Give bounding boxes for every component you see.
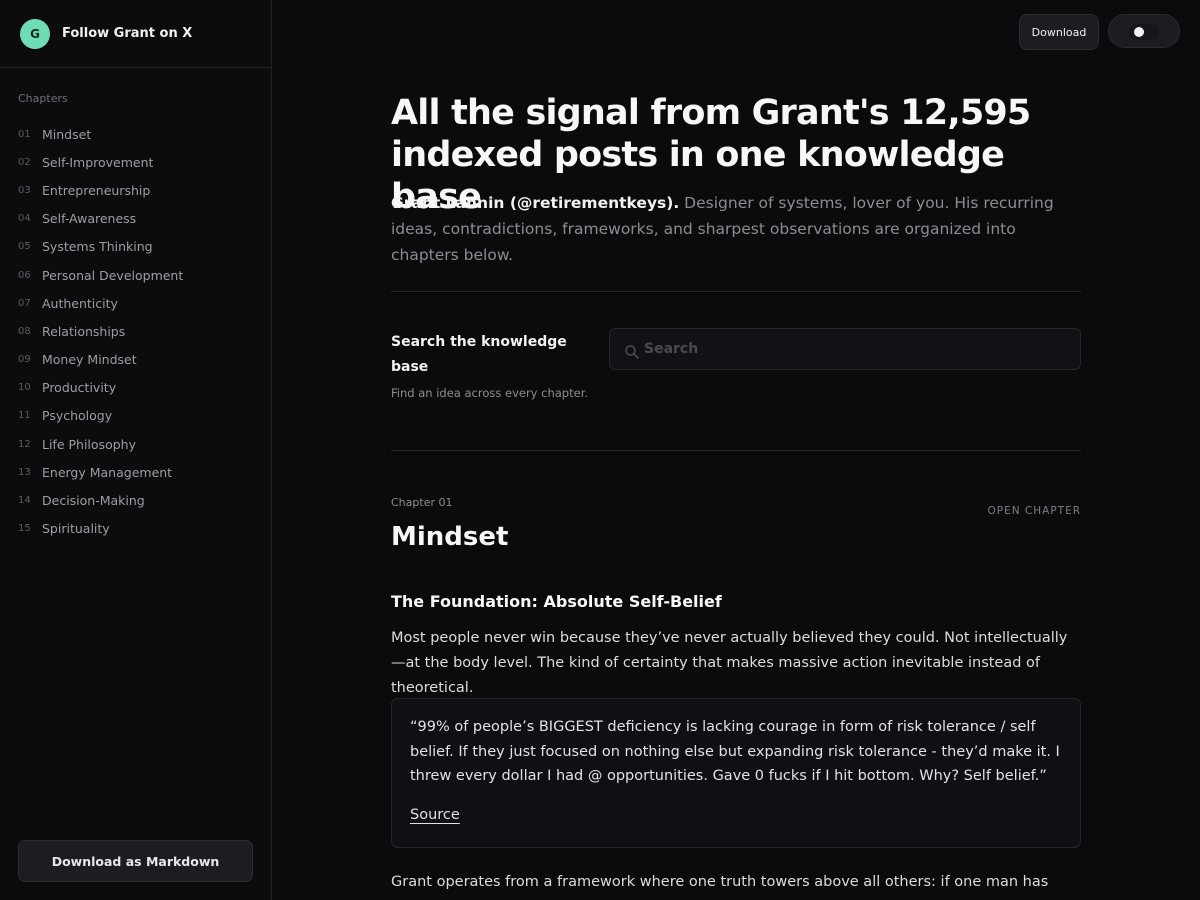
chapter-number: 08 <box>18 325 31 337</box>
chapter-number: 11 <box>18 410 31 422</box>
chapter-label: Personal Development <box>42 267 184 283</box>
chapter-number: 01 <box>18 128 31 140</box>
chapter-number: 13 <box>18 466 31 478</box>
chapter-label: Authenticity <box>42 295 118 311</box>
toggle-knob <box>1134 27 1144 37</box>
chapter-label: Life Philosophy <box>42 436 136 452</box>
paragraph: Grant operates from a framework where on… <box>391 874 1049 900</box>
sidebar-item-psychology[interactable]: 11 Psychology <box>0 402 271 430</box>
chapter-number: 02 <box>18 156 31 168</box>
chapter-label: Money Mindset <box>42 352 137 368</box>
sidebar-item-productivity[interactable]: 10 Productivity <box>0 374 271 402</box>
chapter-number: 14 <box>18 495 31 507</box>
avatar[interactable]: G <box>20 18 50 49</box>
chapter-list: 01 Mindset 02 Self-Improvement 03 Entrepren… <box>0 120 271 543</box>
paragraph: Most people never win because they’ve ne… <box>391 630 1068 696</box>
chapter-label: Self-Awareness <box>42 211 137 227</box>
chapter-label: Self-Improvement <box>42 154 154 170</box>
chapter-number: 10 <box>18 382 31 394</box>
sidebar-item-money-mindset[interactable]: 09 Money Mindset <box>0 346 271 374</box>
chapter-label: Entrepreneurship <box>42 182 151 198</box>
chapter-label: Decision-Making <box>42 493 145 509</box>
divider <box>391 291 1081 292</box>
chapter-label: Chapter 01 <box>391 496 453 509</box>
chapter-number: 05 <box>18 241 31 253</box>
chapter-number: 07 <box>18 297 31 309</box>
page-description: Grant Lannin (@retirementkeys). Designer… <box>391 190 1081 268</box>
theme-toggle[interactable] <box>1108 14 1180 48</box>
sidebar-item-systems-thinking[interactable]: 05 Systems Thinking <box>0 233 271 261</box>
chapter-label: Systems Thinking <box>42 239 153 255</box>
author-name: Grant Lannin (@retirementkeys). <box>391 194 680 212</box>
chapter-label: Psychology <box>42 408 113 424</box>
chapter-title: Mindset <box>391 522 509 552</box>
download-button[interactable]: Download <box>1019 14 1099 50</box>
search-hint: Find an idea across every chapter. <box>391 386 589 400</box>
sidebar-item-decision-making[interactable]: 14 Decision-Making <box>0 486 271 514</box>
chapter-label: Productivity <box>42 380 117 396</box>
quote-text: “99% of people’s BIGGEST deficiency is l… <box>410 719 1060 784</box>
chapters-heading: Chapters <box>18 92 68 105</box>
chapter-label: Mindset <box>42 126 92 142</box>
chapter-number: 15 <box>18 523 31 535</box>
sidebar-item-personal-development[interactable]: 06 Personal Development <box>0 261 271 289</box>
open-chapter-link[interactable]: OPEN CHAPTER <box>987 505 1081 517</box>
sidebar-item-spirituality[interactable]: 15 Spirituality <box>0 515 271 543</box>
sidebar-item-mindset[interactable]: 01 Mindset <box>0 120 271 148</box>
search-title: Search the knowledge base <box>391 334 567 375</box>
quote-card: “99% of people’s BIGGEST deficiency is l… <box>391 698 1081 848</box>
chapter-label: Energy Management <box>42 464 173 480</box>
search-input[interactable] <box>644 341 1064 357</box>
search-box[interactable] <box>609 328 1081 370</box>
sidebar-header: G Follow Grant on X <box>0 0 271 68</box>
divider <box>391 450 1081 451</box>
search-icon <box>625 345 639 359</box>
sidebar-item-energy-management[interactable]: 13 Energy Management <box>0 458 271 486</box>
section-heading: The Foundation: Absolute Self-Belief <box>391 592 722 611</box>
chapter-number: 06 <box>18 269 31 281</box>
chapter-label: Spirituality <box>42 521 110 537</box>
sidebar-item-authenticity[interactable]: 07 Authenticity <box>0 289 271 317</box>
chapter-number: 09 <box>18 354 31 366</box>
chapter-number: 03 <box>18 184 31 196</box>
download-markdown-button[interactable]: Download as Markdown <box>18 840 253 882</box>
chapter-label: Relationships <box>42 323 126 339</box>
sidebar-item-entrepreneurship[interactable]: 03 Entrepreneurship <box>0 176 271 204</box>
chapter-number: 04 <box>18 213 31 225</box>
sidebar: G Follow Grant on X Chapters 01 Mindset 0… <box>0 0 272 900</box>
sidebar-item-self-awareness[interactable]: 04 Self-Awareness <box>0 205 271 233</box>
sidebar-item-relationships[interactable]: 08 Relationships <box>0 317 271 345</box>
sidebar-item-life-philosophy[interactable]: 12 Life Philosophy <box>0 430 271 458</box>
quote-source-link[interactable]: Source <box>410 807 460 823</box>
sidebar-item-self-improvement[interactable]: 02 Self-Improvement <box>0 148 271 176</box>
chapter-number: 12 <box>18 438 31 450</box>
follow-link[interactable]: Follow Grant on X <box>62 26 192 41</box>
